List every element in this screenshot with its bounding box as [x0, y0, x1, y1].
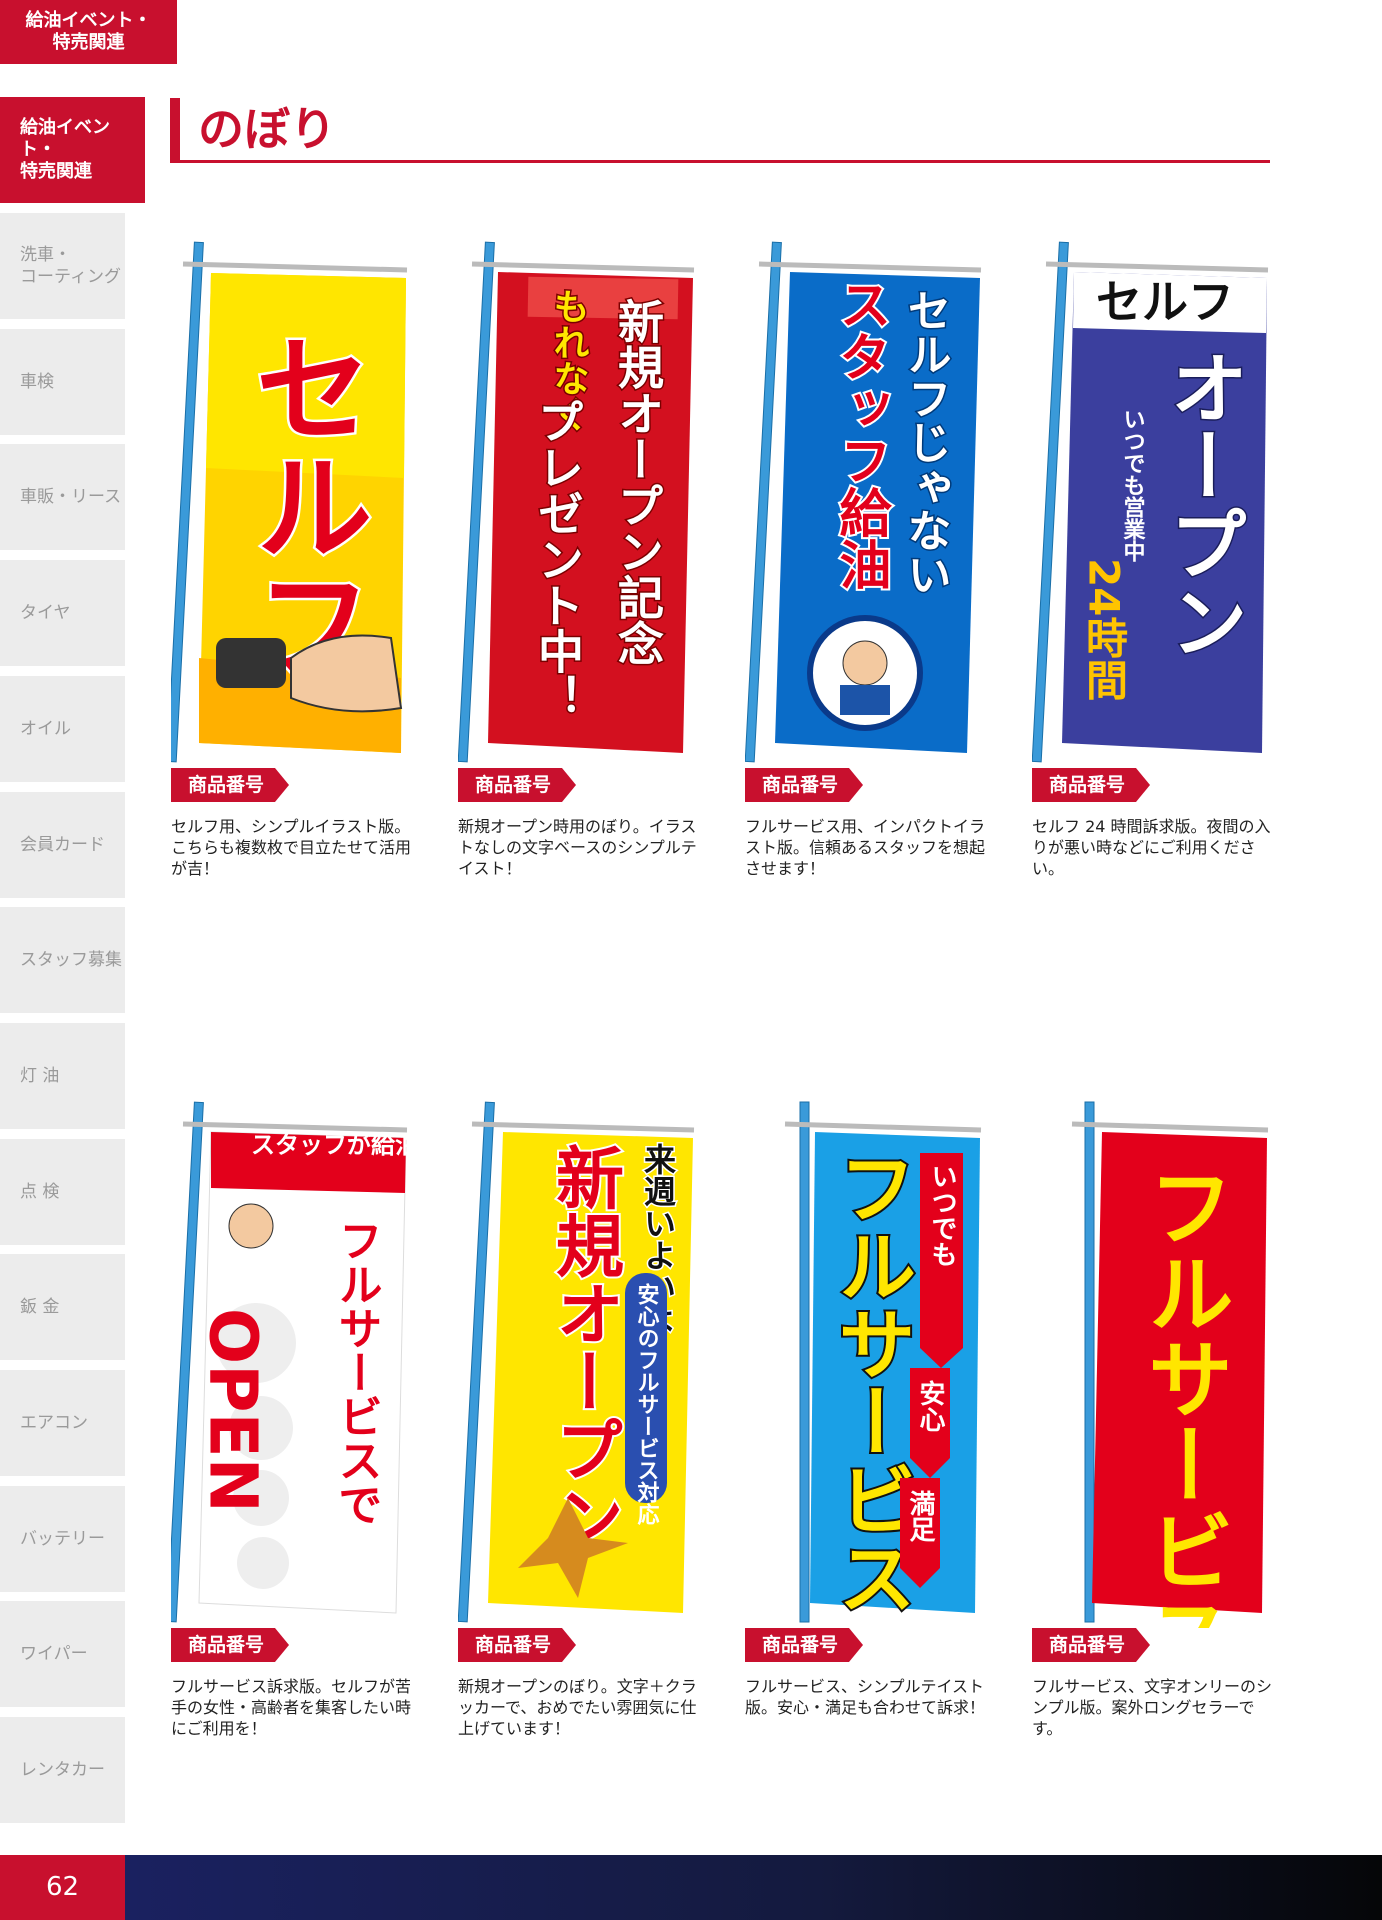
code-label: 商品番号	[171, 768, 289, 802]
flag-text: 満足	[905, 1490, 935, 1543]
product-code: 商品番号 069134	[171, 1628, 416, 1662]
footer-bar	[125, 1855, 1382, 1920]
product-description: 新規オープンのぼり。文字＋クラッカーで、おめでたい雰囲気に仕上げています！	[458, 1677, 697, 1738]
heading-accent-bar	[170, 98, 180, 162]
product-code: 商品番号 069147	[458, 1628, 703, 1662]
code-value: 069147	[558, 1628, 703, 1662]
code-label: 商品番号	[458, 768, 576, 802]
flag-text: セルフじゃない	[900, 288, 951, 596]
code-label: 商品番号	[745, 768, 863, 802]
sidebar-item-tire[interactable]: タイヤ	[0, 560, 125, 666]
product-card[interactable]: セルフじゃない スタッフ給油 商品番号 069117 フルサービス用、インパクト…	[745, 238, 990, 878]
code-value: 069112	[558, 768, 703, 802]
code-value: 068163	[271, 768, 416, 802]
flag-image: フルサービス いつでも 安心 満足	[745, 1098, 990, 1628]
code-label: 商品番号	[171, 1628, 289, 1662]
flag-image: セルフ オープン いつでも営業中 24時間	[1032, 238, 1277, 768]
code-label: 商品番号	[745, 1628, 863, 1662]
sidebar-item-aircon[interactable]: エアコン	[0, 1370, 125, 1476]
sidebar-item-car-sales[interactable]: 車販・リース	[0, 444, 125, 550]
category-tab[interactable]: 給油イベント・ 特売関連	[0, 0, 177, 64]
section-heading: のぼり	[170, 98, 1270, 164]
product-card[interactable]: フルサービス いつでも 安心 満足 商品番号 071672 フルサービス、シンプ…	[745, 1098, 990, 1717]
flag-text: プレゼント中！	[531, 398, 585, 720]
product-description: フルサービス訴求版。セルフが苦手の女性・高齢者を集客したい時にご利用を！	[171, 1677, 412, 1738]
product-code: 商品番号 071672	[745, 1628, 990, 1662]
flag-text: 安心	[915, 1380, 945, 1432]
sidebar-item-check[interactable]: 点 検	[0, 1139, 125, 1245]
product-description: フルサービス、文字オンリーのシンプル版。案外ロングセラーです。	[1032, 1677, 1273, 1738]
sidebar-item-fuel-event[interactable]: 給油イベント・ 特売関連	[0, 97, 145, 203]
flag-text: 安心のフルサービス対応	[634, 1282, 660, 1526]
product-code: 商品番号 071673	[1032, 1628, 1277, 1662]
flag-text: 新規オープン	[544, 1143, 624, 1551]
flag-text: セルフ	[1096, 275, 1234, 329]
product-card[interactable]: 来週いよいよ 新規オープン 安心のフルサービス対応 商品番号 069147 新規…	[458, 1098, 703, 1738]
code-value: 069134	[271, 1628, 416, 1662]
product-card[interactable]: フルサービス 商品番号 071673 フルサービス、文字オンリーのシンプル版。案…	[1032, 1098, 1277, 1738]
flag-text: オープン	[1157, 348, 1247, 660]
flag-image: セルフじゃない スタッフ給油	[745, 238, 990, 768]
product-code: 商品番号 069117	[745, 768, 990, 802]
code-value: 069119	[1132, 768, 1277, 802]
flag-text: いつでも	[927, 1163, 957, 1267]
flag-text: OPEN	[195, 1308, 272, 1513]
sidebar-item-battery[interactable]: バッテリー	[0, 1486, 125, 1592]
code-label: 商品番号	[1032, 1628, 1150, 1662]
flag-image: 来週いよいよ 新規オープン 安心のフルサービス対応	[458, 1098, 703, 1628]
sidebar-item-kerosene[interactable]: 灯 油	[0, 1023, 125, 1129]
flag-text: 新規オープン記念	[611, 298, 665, 666]
sidebar-item-car-wash[interactable]: 洗車・ コーティング	[0, 213, 125, 319]
heading-rule	[170, 160, 1270, 163]
flag-text: スタッフ給油	[830, 278, 891, 590]
flag-text: スタッフが給油します	[251, 1131, 416, 1159]
flag-text: フルサービスで	[331, 1218, 382, 1526]
flag-image: セルフ	[171, 238, 416, 768]
flag-text: セルフ	[234, 328, 372, 682]
code-label: 商品番号	[458, 1628, 576, 1662]
code-value: 069117	[845, 768, 990, 802]
code-value: 071672	[845, 1628, 990, 1662]
product-code: 商品番号 069119	[1032, 768, 1277, 802]
product-description: セルフ 24 時間訴求版。夜間の入りが悪い時などにご利用ください。	[1032, 817, 1271, 878]
flag-text: 24時間	[1080, 558, 1129, 700]
sidebar-item-staff-recruit[interactable]: スタッフ募集	[0, 907, 125, 1013]
product-description: フルサービス用、インパクトイラスト版。信頼あるスタッフを想起させます！	[745, 817, 986, 878]
flag-text: いつでも営業中	[1120, 408, 1146, 562]
sidebar-item-oil[interactable]: オイル	[0, 676, 125, 782]
product-description: 新規オープン時用のぼり。イラストなしの文字ベースのシンプルテイスト！	[458, 817, 697, 878]
product-card[interactable]: セルフ オープン いつでも営業中 24時間 商品番号 069119 セルフ 24…	[1032, 238, 1277, 878]
flag-image: スタッフが給油します フルサービスで OPEN	[171, 1098, 416, 1628]
sidebar-item-member-card[interactable]: 会員カード	[0, 792, 125, 898]
sidebar-item-bodywork[interactable]: 鈑 金	[0, 1254, 125, 1360]
page-number: 62	[0, 1855, 125, 1920]
product-card[interactable]: セルフ 商品番号 068163 セルフ用、シンプルイラスト版。こちらも複数枚で目…	[171, 238, 416, 878]
sidebar-item-wiper[interactable]: ワイパー	[0, 1601, 125, 1707]
sidebar-item-inspection[interactable]: 車検	[0, 329, 125, 435]
sidebar-item-rental[interactable]: レンタカー	[0, 1717, 125, 1823]
code-value: 071673	[1132, 1628, 1277, 1662]
product-description: セルフ用、シンプルイラスト版。こちらも複数枚で目立たせて活用が吉！	[171, 817, 412, 878]
product-code: 商品番号 068163	[171, 768, 416, 802]
flag-text: フルサービス	[1132, 1163, 1232, 1628]
product-card[interactable]: スタッフが給油します フルサービスで OPEN 商品番号 069134 フルサー…	[171, 1098, 416, 1738]
flag-image: 新規オープン記念 もれなく プレゼント中！	[458, 238, 703, 768]
code-label: 商品番号	[1032, 768, 1150, 802]
flag-image: フルサービス	[1032, 1098, 1277, 1628]
product-card[interactable]: 新規オープン記念 もれなく プレゼント中！ 商品番号 069112 新規オープン…	[458, 238, 703, 878]
product-code: 商品番号 069112	[458, 768, 703, 802]
section-title: のぼり	[198, 102, 336, 156]
product-description: フルサービス、シンプルテイスト版。安心・満足も合わせて訴求！	[745, 1677, 986, 1717]
